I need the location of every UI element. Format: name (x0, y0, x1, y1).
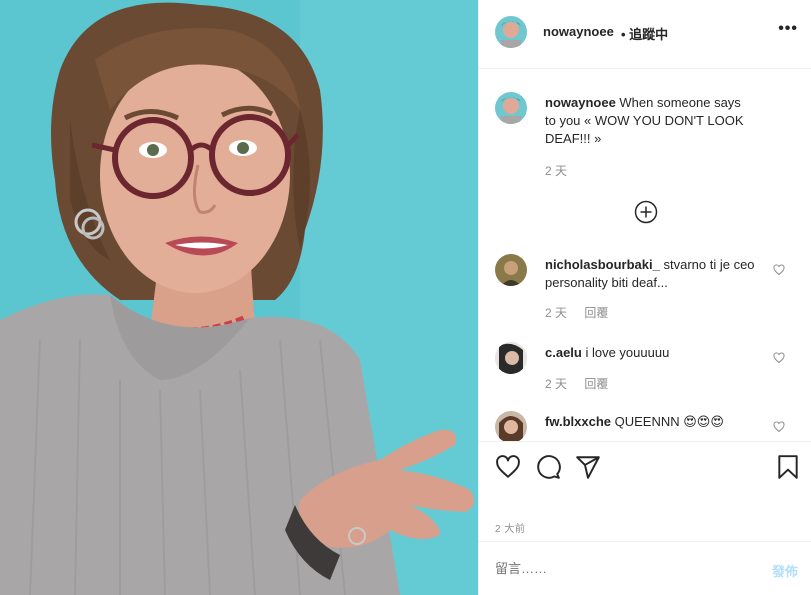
more-horizontal-icon[interactable]: ••• (778, 20, 798, 38)
caption-text: nowaynoee When someone says to you « WOW… (545, 94, 755, 148)
comment-username[interactable]: fw.blxxche (545, 414, 611, 429)
follow-status[interactable]: • 追蹤中 (621, 24, 668, 43)
post-actions: 2 大前 (479, 441, 811, 541)
comment-body: QUEENNN 😍😍😍 (610, 414, 724, 429)
author-avatar[interactable] (495, 16, 527, 48)
like-comment-heart-icon[interactable] (773, 264, 785, 276)
comment-meta: 2 天 回覆 (545, 304, 622, 321)
caption-author-avatar[interactable] (495, 92, 527, 124)
comment-composer: 發佈 (479, 541, 811, 595)
comment-text: nicholasbourbaki_ stvarno ti je ceo pers… (545, 256, 755, 292)
bookmark-icon[interactable] (775, 454, 801, 480)
post-side-panel: nowaynoee • 追蹤中 ••• nowaynoee When someo… (478, 0, 811, 595)
like-comment-heart-icon[interactable] (773, 421, 785, 433)
caption-meta: 2 天 (545, 162, 581, 179)
comment-time[interactable]: 2 天 (545, 377, 567, 391)
comments-list: nowaynoee When someone says to you « WOW… (479, 70, 811, 441)
comment-text: fw.blxxche QUEENNN 😍😍😍 (545, 413, 755, 431)
comment-icon[interactable] (535, 454, 561, 480)
instagram-post-view: nowaynoee • 追蹤中 ••• nowaynoee When someo… (0, 0, 811, 595)
commenter-avatar[interactable] (495, 254, 527, 286)
commenter-avatar[interactable] (495, 342, 527, 374)
comment-username[interactable]: nicholasbourbaki_ (545, 257, 660, 272)
post-photo[interactable] (0, 0, 478, 595)
comment-meta: 2 天 回覆 (545, 375, 622, 392)
post-comment-button[interactable]: 發佈 (772, 561, 798, 580)
load-more-comments-icon[interactable] (634, 200, 658, 224)
comment-body: i love youuuuu (581, 345, 670, 360)
commenter-avatar[interactable] (495, 411, 527, 441)
heart-icon[interactable] (495, 454, 521, 480)
caption-username[interactable]: nowaynoee (545, 95, 616, 110)
like-comment-heart-icon[interactable] (773, 352, 785, 364)
comment-text: c.aelu i love youuuuu (545, 344, 755, 362)
comment-time[interactable]: 2 天 (545, 306, 567, 320)
reply-button[interactable]: 回覆 (584, 377, 608, 391)
share-icon[interactable] (575, 454, 601, 480)
caption-time[interactable]: 2 天 (545, 164, 567, 178)
selfie-illustration (0, 0, 478, 595)
reply-button[interactable]: 回覆 (584, 306, 608, 320)
post-timestamp[interactable]: 2 大前 (495, 520, 525, 535)
post-header: nowaynoee • 追蹤中 ••• (479, 0, 811, 69)
comment-username[interactable]: c.aelu (545, 345, 582, 360)
comment-input[interactable] (495, 561, 735, 576)
author-username[interactable]: nowaynoee (543, 24, 614, 39)
